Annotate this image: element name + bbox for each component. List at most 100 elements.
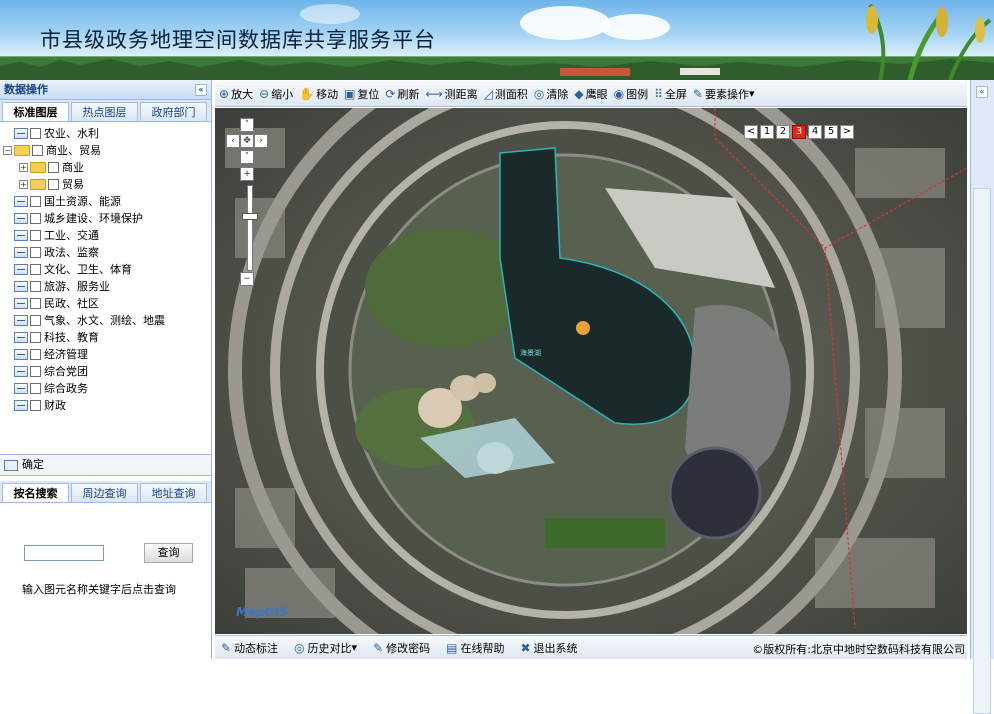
tree-node-label[interactable]: 商业 [62, 159, 84, 176]
toolbar-button-zoom-out[interactable]: ⊖ 缩小 [259, 86, 293, 102]
tree-node-label[interactable]: 商业、贸易 [46, 142, 101, 159]
tree-node-label[interactable]: 民政、社区 [44, 295, 99, 312]
toolbar-button-zoom-in[interactable]: ⊕ 放大 [219, 86, 253, 102]
layer-checkbox[interactable] [30, 298, 41, 309]
zoom-in-icon[interactable]: + [240, 167, 254, 181]
query-button[interactable]: 查询 [144, 543, 193, 563]
pager-page-button[interactable]: 2 [776, 125, 790, 139]
tree-node[interactable]: 文化、卫生、体育 [3, 261, 211, 278]
tree-node-label[interactable]: 工业、交通 [44, 227, 99, 244]
layer-checkbox[interactable] [48, 162, 59, 173]
layer-checkbox[interactable] [30, 128, 41, 139]
tree-node[interactable]: 综合政务 [3, 380, 211, 397]
tree-node-label[interactable]: 贸易 [62, 176, 84, 193]
tree-node[interactable]: 经济管理 [3, 346, 211, 363]
toolbar-button-feature[interactable]: ✎ 要素操作 ▾ [693, 86, 755, 102]
toolbar-button-ruler[interactable]: ⟷ 测距离 [425, 86, 477, 102]
layer-checkbox[interactable] [30, 383, 41, 394]
tab-nearby-query[interactable]: 周边查询 [71, 483, 138, 502]
tree-node[interactable]: 综合党团 [3, 363, 211, 380]
layer-checkbox[interactable] [48, 179, 59, 190]
tree-node-label[interactable]: 财政 [44, 397, 66, 414]
tree-node[interactable]: 旅游、服务业 [3, 278, 211, 295]
tree-node[interactable]: 财政 [3, 397, 211, 414]
toolbar-button-clear[interactable]: ◎ 清除 [534, 86, 568, 102]
pager-page-button[interactable]: 5 [824, 125, 838, 139]
tree-node-label[interactable]: 经济管理 [44, 346, 88, 363]
expand-node-icon[interactable]: + [19, 180, 28, 189]
layer-checkbox[interactable] [30, 264, 41, 275]
tab-address-query[interactable]: 地址查询 [140, 483, 207, 502]
tab-hot-layers[interactable]: 热点图层 [71, 102, 138, 121]
tree-node[interactable]: 工业、交通 [3, 227, 211, 244]
tree-node[interactable]: + 贸易 [3, 176, 211, 193]
layer-checkbox[interactable] [32, 145, 43, 156]
toolbar-button-hand[interactable]: ✋ 移动 [299, 86, 338, 102]
tree-node-label[interactable]: 旅游、服务业 [44, 278, 110, 295]
tree-node[interactable]: − 商业、贸易 [3, 142, 211, 159]
pager-page-button[interactable]: 3 [792, 125, 806, 139]
toolbar-button-legend[interactable]: ◉ 图例 [614, 86, 648, 102]
toolbar-button-area[interactable]: ◿ 测面积 [484, 86, 528, 102]
pager-page-button[interactable]: 4 [808, 125, 822, 139]
tree-node[interactable]: 政法、监察 [3, 244, 211, 261]
layer-checkbox[interactable] [30, 315, 41, 326]
tree-node-label[interactable]: 政法、监察 [44, 244, 99, 261]
pan-right-icon[interactable]: › [254, 134, 268, 148]
layer-checkbox[interactable] [30, 247, 41, 258]
tree-node[interactable]: 城乡建设、环境保护 [3, 210, 211, 227]
tab-government-departments[interactable]: 政府部门 [140, 102, 207, 121]
status-button-exit[interactable]: ✖ 退出系统 [520, 640, 577, 656]
toolbar-button-refresh[interactable]: ⟳ 刷新 [385, 86, 419, 102]
status-button-annotate[interactable]: ✎ 动态标注 [221, 640, 278, 656]
tree-node[interactable]: + 商业 [3, 159, 211, 176]
right-panel-scroll[interactable] [973, 188, 991, 714]
pan-left-icon[interactable]: ‹ [226, 134, 240, 148]
layer-checkbox[interactable] [30, 400, 41, 411]
status-button-help[interactable]: ▤ 在线帮助 [446, 640, 504, 656]
tree-node[interactable]: 农业、水利 [3, 125, 211, 142]
tree-node-label[interactable]: 农业、水利 [44, 125, 99, 142]
layer-checkbox[interactable] [30, 196, 41, 207]
confirm-label[interactable]: 确定 [22, 455, 44, 475]
status-button-password[interactable]: ✎ 修改密码 [373, 640, 430, 656]
tree-node[interactable]: 民政、社区 [3, 295, 211, 312]
layer-checkbox[interactable] [30, 230, 41, 241]
tree-node-label[interactable]: 综合政务 [44, 380, 88, 397]
status-button-history[interactable]: ◎ 历史对比 ▾ [294, 640, 357, 656]
tree-node-label[interactable]: 科技、教育 [44, 329, 99, 346]
tree-node-label[interactable]: 文化、卫生、体育 [44, 261, 132, 278]
map-marker-icon[interactable] [576, 321, 590, 335]
confirm-bar[interactable]: 确定 [0, 454, 211, 476]
collapse-right-icon[interactable]: « [976, 86, 988, 98]
expand-node-icon[interactable]: + [19, 163, 28, 172]
pan-center-icon[interactable]: ✥ [240, 134, 254, 148]
layer-checkbox[interactable] [30, 332, 41, 343]
pager-page-button[interactable]: 1 [760, 125, 774, 139]
pan-up-icon[interactable]: ˄ [240, 118, 254, 132]
tree-node[interactable]: 气象、水文、测绘、地震 [3, 312, 211, 329]
search-input[interactable] [24, 545, 104, 561]
collapse-node-icon[interactable]: − [3, 146, 12, 155]
pager-next-button[interactable]: > [840, 125, 854, 139]
tree-node-label[interactable]: 综合党团 [44, 363, 88, 380]
zoom-slider-track[interactable] [247, 185, 253, 271]
tree-node-label[interactable]: 气象、水文、测绘、地震 [44, 312, 165, 329]
toolbar-button-eagle-eye[interactable]: ◆ 鹰眼 [574, 86, 607, 102]
collapse-left-icon[interactable]: « [195, 84, 207, 96]
pan-down-icon[interactable]: ˅ [240, 150, 254, 164]
layer-checkbox[interactable] [30, 349, 41, 360]
zoom-out-icon[interactable]: − [240, 272, 254, 286]
tree-node[interactable]: 国土资源、能源 [3, 193, 211, 210]
tab-standard-layers[interactable]: 标准图层 [2, 102, 69, 121]
layer-checkbox[interactable] [30, 281, 41, 292]
pager-prev-button[interactable]: < [744, 125, 758, 139]
toolbar-button-fullscreen[interactable]: ⠿ 全屏 [654, 86, 687, 102]
tree-node[interactable]: 科技、教育 [3, 329, 211, 346]
tree-node-label[interactable]: 国土资源、能源 [44, 193, 121, 210]
tab-search-by-name[interactable]: 按名搜索 [2, 483, 69, 502]
layer-checkbox[interactable] [30, 213, 41, 224]
layer-checkbox[interactable] [30, 366, 41, 377]
tree-node-label[interactable]: 城乡建设、环境保护 [44, 210, 143, 227]
zoom-slider-thumb[interactable] [242, 213, 258, 220]
